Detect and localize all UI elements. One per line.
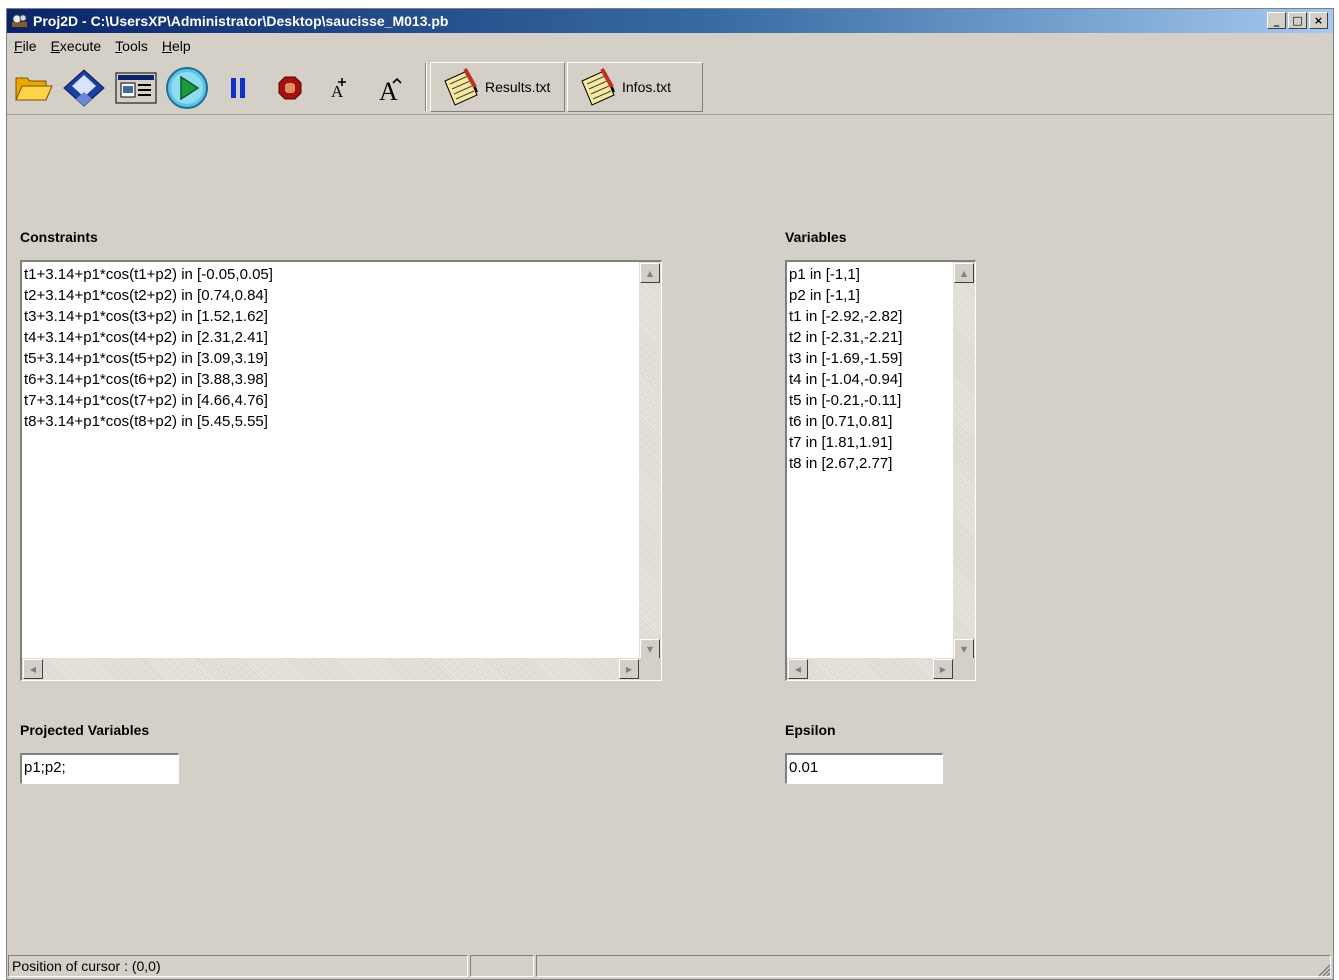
pause-button[interactable] xyxy=(215,65,261,111)
list-item[interactable]: t1 in [-2.92,-2.82] xyxy=(789,306,902,327)
menu-file-label: ile xyxy=(22,38,37,54)
menu-help-accel: H xyxy=(161,38,172,54)
constraints-horizontal-scrollbar[interactable]: ◀ ▶ xyxy=(22,658,639,680)
scroll-right-button[interactable]: ▶ xyxy=(933,659,953,679)
app-icon xyxy=(12,14,27,27)
open-folder-icon xyxy=(15,77,53,101)
title-bar[interactable]: Proj2D - C:\UsersXP\Administrator\Deskto… xyxy=(7,9,1333,33)
scroll-up-button[interactable]: ▲ xyxy=(954,263,974,283)
scrollbar-corner xyxy=(639,658,661,680)
menu-execute-accel: E xyxy=(50,38,60,54)
constraints-listbox[interactable]: t1+3.14+p1*cos(t1+p2) in [-0.05,0.05] t2+… xyxy=(20,260,662,681)
epsilon-label: Epsilon xyxy=(785,722,836,738)
infos-txt-label: Infos.txt xyxy=(622,79,672,95)
cursor-position-status: Position of cursor : (0,0) xyxy=(8,955,468,977)
list-item[interactable]: p1 in [-1,1] xyxy=(789,264,902,285)
window-button[interactable] xyxy=(113,65,159,111)
epsilon-input[interactable]: 0.01 xyxy=(785,753,943,784)
font-decrease-button[interactable]: A xyxy=(369,65,415,111)
scroll-down-button[interactable]: ▼ xyxy=(954,639,974,659)
menu-execute[interactable]: Execute xyxy=(44,38,109,54)
close-button[interactable]: × xyxy=(1309,12,1328,29)
toolbar-separator xyxy=(425,63,427,111)
variables-horizontal-scrollbar[interactable]: ◀ ▶ xyxy=(787,658,953,680)
window-title: Proj2D - C:\UsersXP\Administrator\Deskto… xyxy=(33,13,449,29)
list-item[interactable]: t6 in [0.71,0.81] xyxy=(789,411,902,432)
resize-grip-icon[interactable] xyxy=(1317,963,1331,977)
projected-variables-label: Projected Variables xyxy=(20,722,150,738)
scroll-left-button[interactable]: ◀ xyxy=(788,659,808,679)
variables-listbox[interactable]: p1 in [-1,1] p2 in [-1,1] t1 in [-2.92,-2.… xyxy=(785,260,976,681)
font-increase-button[interactable]: A xyxy=(317,65,363,111)
list-item[interactable]: t5+3.14+p1*cos(t5+p2) in [3.09,3.19] xyxy=(24,348,273,369)
font-increase-icon: A xyxy=(331,78,346,101)
results-txt-label: Results.txt xyxy=(485,79,551,95)
minimize-button[interactable]: _ xyxy=(1267,12,1286,29)
list-item[interactable]: t8+3.14+p1*cos(t8+p2) in [5.45,5.55] xyxy=(24,411,273,432)
menu-execute-label: xecute xyxy=(59,38,102,54)
variables-vertical-scrollbar[interactable]: ▲ ▼ xyxy=(953,262,975,659)
menu-help[interactable]: Help xyxy=(155,38,198,54)
list-item[interactable]: p2 in [-1,1] xyxy=(789,285,902,306)
scroll-right-button[interactable]: ▶ xyxy=(619,659,639,679)
list-item[interactable]: t2+3.14+p1*cos(t2+p2) in [0.74,0.84] xyxy=(24,285,273,306)
variables-lines: p1 in [-1,1] p2 in [-1,1] t1 in [-2.92,-2.… xyxy=(789,264,902,474)
scrollbar-corner xyxy=(953,658,975,680)
list-item[interactable]: t3 in [-1.69,-1.59] xyxy=(789,348,902,369)
constraints-label: Constraints xyxy=(20,229,98,245)
run-button[interactable] xyxy=(164,65,210,111)
scroll-up-button[interactable]: ▲ xyxy=(640,263,660,283)
list-item[interactable]: t5 in [-0.21,-0.11] xyxy=(789,390,902,411)
infos-txt-button[interactable]: Infos.txt xyxy=(567,62,703,112)
constraints-lines: t1+3.14+p1*cos(t1+p2) in [-0.05,0.05] t2+… xyxy=(24,264,273,432)
font-decrease-icon: A xyxy=(379,77,402,103)
menu-file-accel: F xyxy=(14,38,23,54)
menu-tools-label: ools xyxy=(122,38,148,54)
constraints-vertical-scrollbar[interactable]: ▲ ▼ xyxy=(639,262,661,659)
save-disk-icon xyxy=(63,69,105,107)
list-item[interactable]: t8 in [2.67,2.77] xyxy=(789,453,902,474)
projected-variables-input[interactable]: p1;p2; xyxy=(20,753,179,784)
list-item[interactable]: t7+3.14+p1*cos(t7+p2) in [4.66,4.76] xyxy=(24,390,273,411)
list-item[interactable]: t4 in [-1.04,-0.94] xyxy=(789,369,902,390)
toolbar: A A Results.txt Infos.txt xyxy=(7,59,1333,115)
status-pane-3 xyxy=(536,955,1331,977)
menu-help-label: elp xyxy=(171,38,191,54)
window-icon xyxy=(115,72,157,104)
menu-file[interactable]: File xyxy=(7,38,44,54)
list-item[interactable]: t2 in [-2.31,-2.21] xyxy=(789,327,902,348)
list-item[interactable]: t7 in [1.81,1.91] xyxy=(789,432,902,453)
menu-tools[interactable]: Tools xyxy=(108,38,155,54)
list-item[interactable]: t1+3.14+p1*cos(t1+p2) in [-0.05,0.05] xyxy=(24,264,273,285)
variables-label: Variables xyxy=(785,229,847,245)
app-window: Proj2D - C:\UsersXP\Administrator\Deskto… xyxy=(6,8,1334,980)
list-item[interactable]: t3+3.14+p1*cos(t3+p2) in [1.52,1.62] xyxy=(24,306,273,327)
status-pane-2 xyxy=(470,955,534,977)
list-item[interactable]: t4+3.14+p1*cos(t4+p2) in [2.31,2.41] xyxy=(24,327,273,348)
pause-icon xyxy=(231,78,245,98)
status-bar: Position of cursor : (0,0) xyxy=(7,953,1333,979)
menu-bar: File Execute Tools Help xyxy=(7,36,198,56)
maximize-button[interactable]: □ xyxy=(1288,12,1307,29)
notepad-icon xyxy=(581,68,615,106)
play-icon xyxy=(166,67,208,109)
open-button[interactable] xyxy=(10,65,56,111)
stop-icon xyxy=(278,76,302,100)
save-button[interactable] xyxy=(61,65,107,111)
notepad-icon xyxy=(444,68,478,106)
scroll-down-button[interactable]: ▼ xyxy=(640,639,660,659)
list-item[interactable]: t6+3.14+p1*cos(t6+p2) in [3.88,3.98] xyxy=(24,369,273,390)
scroll-left-button[interactable]: ◀ xyxy=(23,659,43,679)
results-txt-button[interactable]: Results.txt xyxy=(430,62,565,112)
stop-button[interactable] xyxy=(267,65,313,111)
